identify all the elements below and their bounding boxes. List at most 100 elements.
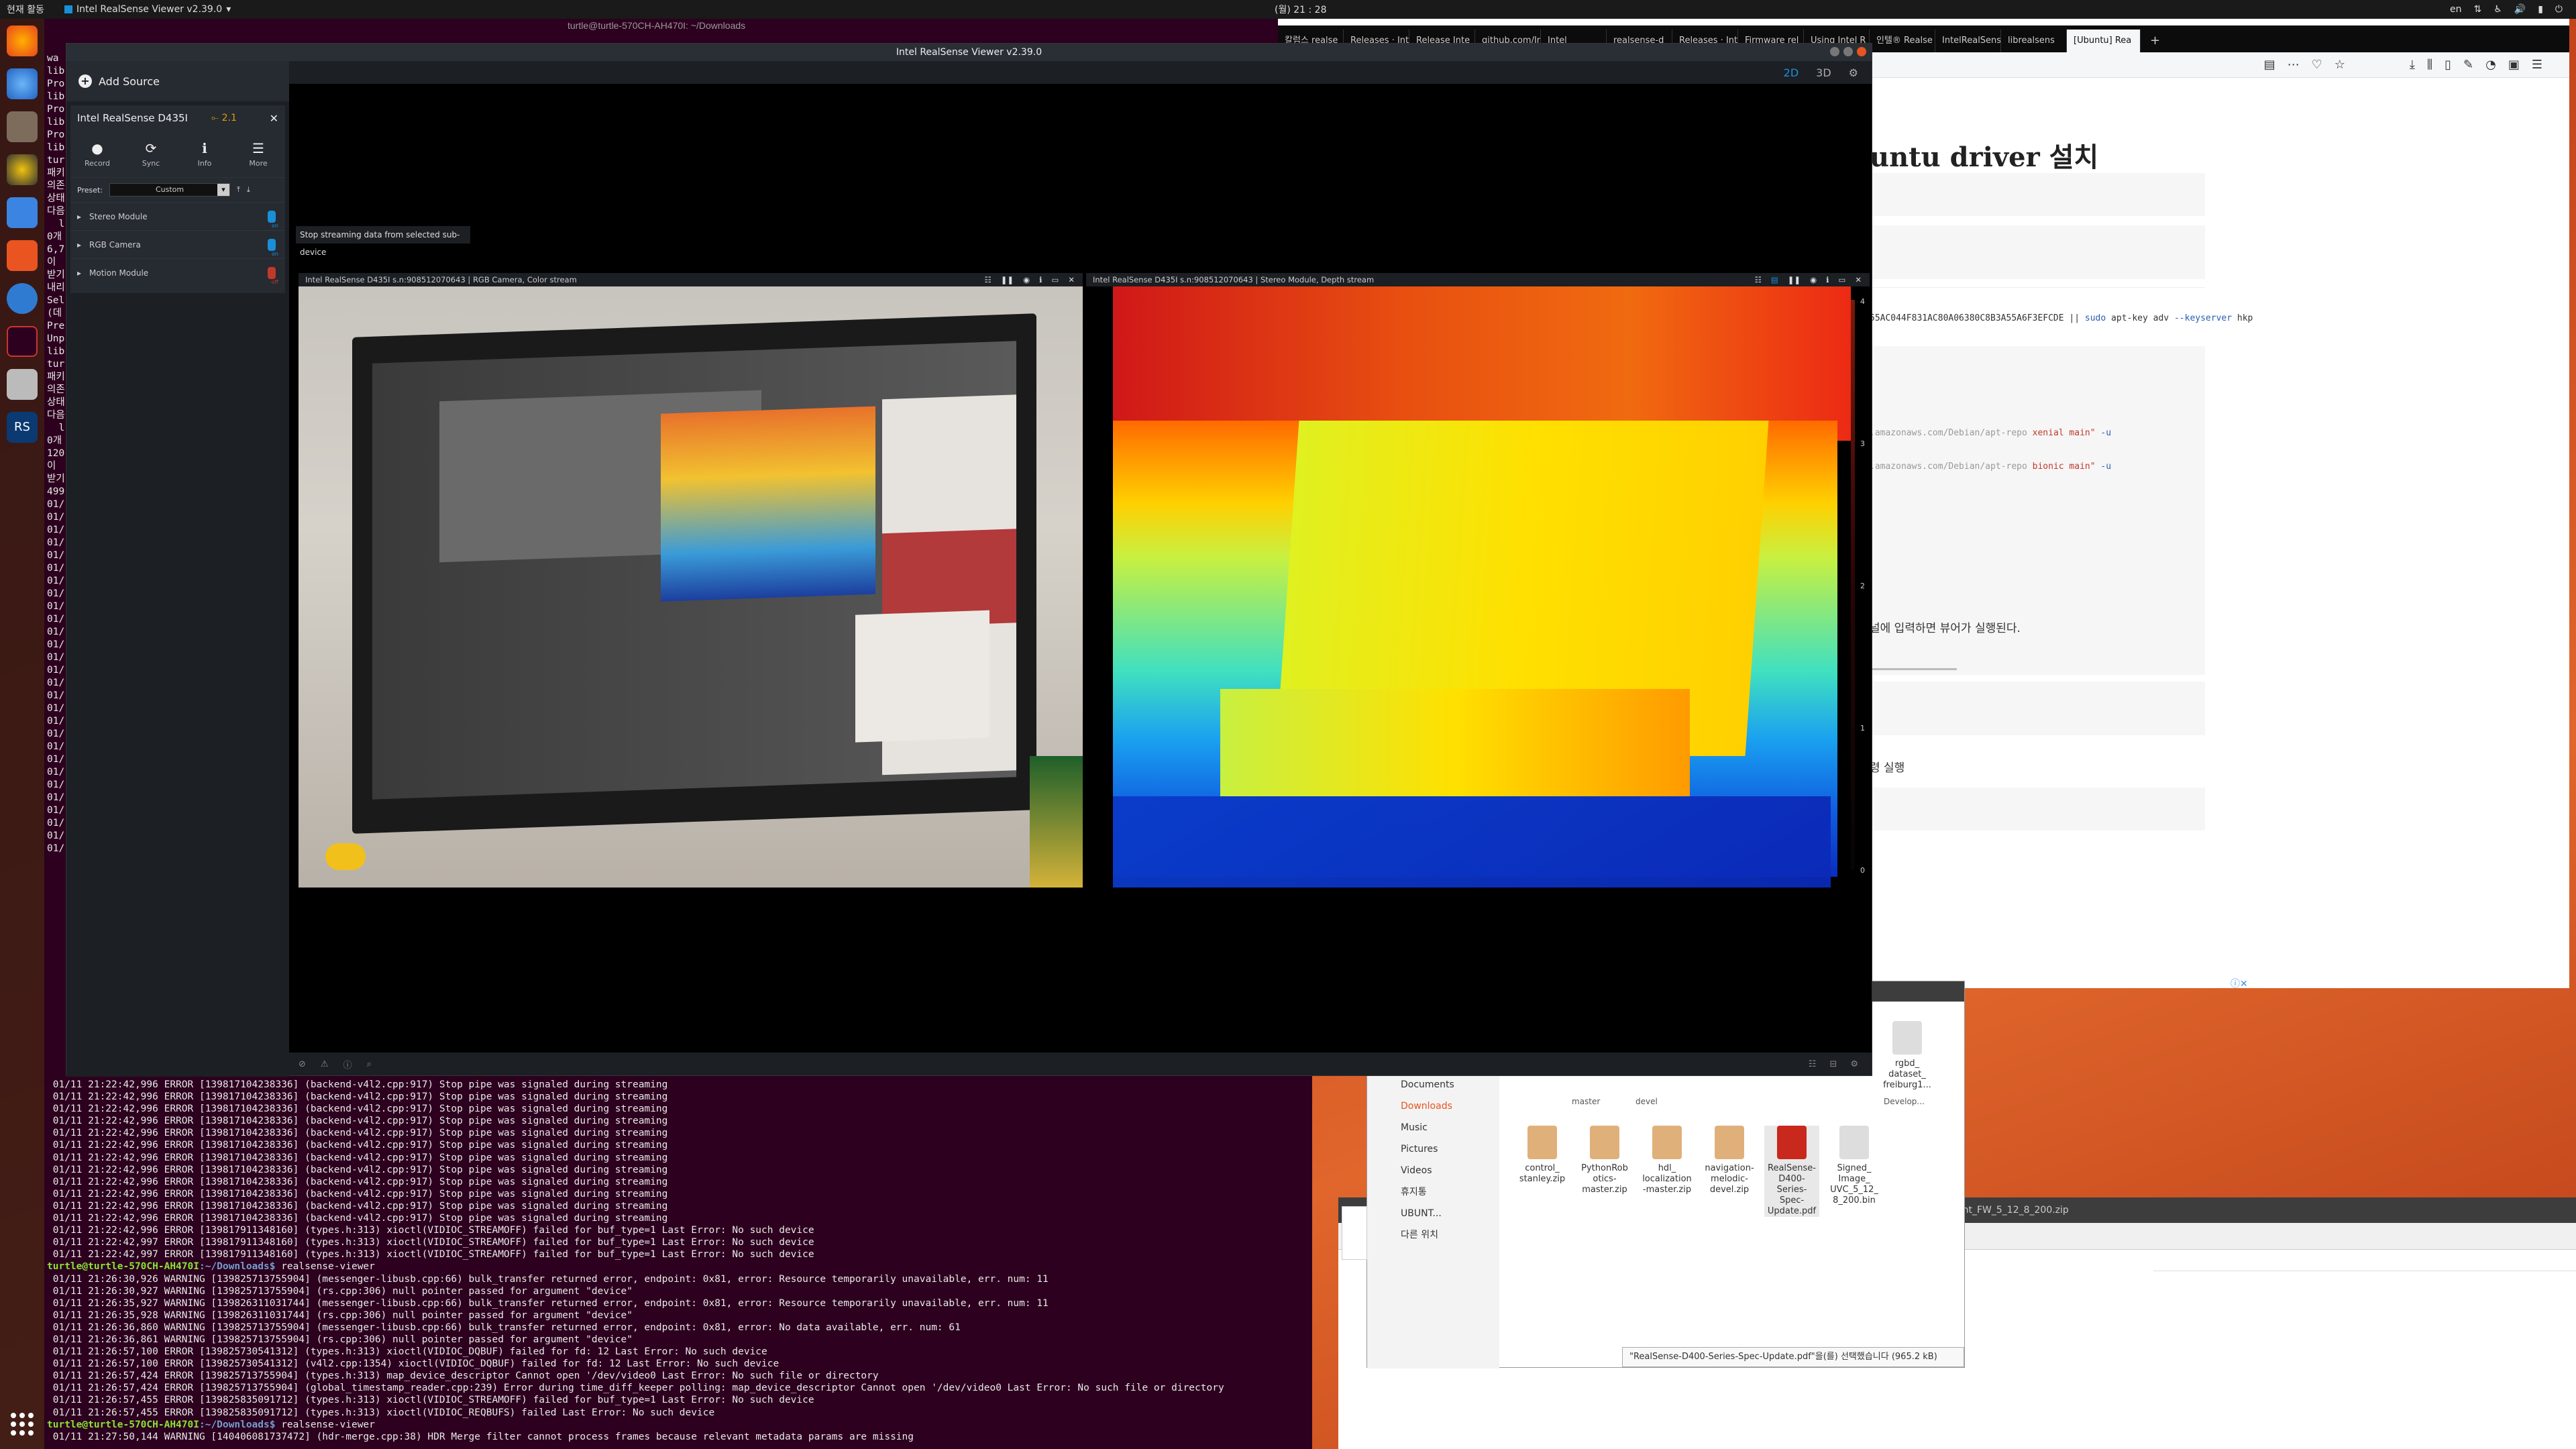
module-toggle[interactable] bbox=[268, 266, 276, 279]
file-item[interactable]: RealSense- D400- Series- Spec- Update.pd… bbox=[1764, 1126, 1819, 1217]
volume-icon[interactable]: 🔊 bbox=[2514, 4, 2526, 15]
terminal-icon[interactable] bbox=[7, 326, 38, 357]
library-icon[interactable]: ⫼ bbox=[2427, 58, 2432, 72]
browser-tab[interactable]: [Ubuntu] Rea bbox=[2067, 30, 2141, 52]
snapshot-icon[interactable]: ◉ bbox=[1023, 273, 1030, 286]
download-icon[interactable]: ⤓ bbox=[247, 185, 250, 195]
close-icon[interactable]: ✕ bbox=[1068, 273, 1075, 286]
network-icon[interactable]: ⇅ bbox=[2473, 4, 2481, 15]
ad-close-icon[interactable]: ⓘ✕ bbox=[2231, 977, 2248, 990]
sidebar-item[interactable]: UBUNT... bbox=[1367, 1203, 1499, 1224]
module-row[interactable]: ▸ Stereo Module on bbox=[70, 202, 285, 230]
settings-icon[interactable]: ⚙ bbox=[1850, 1059, 1858, 1069]
list-icon[interactable]: ☷ bbox=[1755, 273, 1762, 286]
sidebar-item[interactable]: Pictures bbox=[1367, 1138, 1499, 1160]
close-icon[interactable]: ✕ bbox=[1855, 273, 1862, 286]
battery-icon[interactable]: ▮ bbox=[2538, 4, 2543, 15]
sync-button[interactable]: ⟳ Sync bbox=[124, 131, 178, 177]
minimize-button[interactable] bbox=[1830, 47, 1839, 56]
folder-label[interactable]: master bbox=[1572, 1097, 1600, 1106]
power-icon[interactable]: ⏻ bbox=[2555, 4, 2563, 15]
metadata-icon[interactable]: ▤ bbox=[1771, 273, 1778, 286]
module-toggle[interactable] bbox=[268, 238, 276, 251]
sidebar-item[interactable]: Videos bbox=[1367, 1160, 1499, 1181]
files-icon[interactable] bbox=[7, 111, 38, 142]
list-icon[interactable]: ☷ bbox=[984, 273, 991, 286]
module-toggle[interactable] bbox=[268, 210, 276, 223]
rhythmbox-icon[interactable] bbox=[7, 154, 38, 185]
software-icon[interactable] bbox=[7, 240, 38, 271]
sidebar-item[interactable]: 다른 위치 bbox=[1367, 1224, 1499, 1246]
pause-icon[interactable]: ❚❚ bbox=[1001, 273, 1014, 286]
scrollbar[interactable] bbox=[1870, 668, 1957, 670]
writer-icon[interactable] bbox=[7, 197, 38, 228]
browser-tab[interactable]: IntelRealSens bbox=[1935, 30, 2001, 52]
extension-icon[interactable]: ✎ bbox=[2463, 58, 2473, 72]
error-icon[interactable]: ⊘ bbox=[299, 1059, 306, 1069]
show-applications-icon[interactable] bbox=[11, 1413, 34, 1436]
maximize-icon[interactable]: ▭ bbox=[1838, 273, 1845, 286]
folder-label[interactable]: devel bbox=[1635, 1097, 1658, 1106]
module-row[interactable]: ▸ RGB Camera on bbox=[70, 230, 285, 258]
menu-icon[interactable]: ☰ bbox=[2532, 58, 2542, 72]
realsense-icon[interactable]: RS bbox=[7, 412, 38, 443]
file-item[interactable]: hdl_ localization -master.zip bbox=[1640, 1126, 1695, 1195]
pause-icon[interactable]: ❚❚ bbox=[1788, 273, 1801, 286]
extension-icon-2[interactable]: ◔ bbox=[2485, 58, 2496, 72]
preset-select[interactable]: Custom ▾ bbox=[109, 183, 231, 197]
download-icon[interactable]: ⤓ bbox=[2410, 58, 2415, 72]
info-icon[interactable]: ℹ bbox=[1039, 273, 1042, 286]
thunderbird-icon[interactable] bbox=[7, 68, 38, 99]
warning-icon[interactable]: ⚠ bbox=[321, 1059, 329, 1069]
browser-tab[interactable]: 인텔® Realse bbox=[1870, 30, 1935, 52]
remove-device-icon[interactable]: ✕ bbox=[270, 112, 278, 125]
sidebar-icon[interactable]: ▯ bbox=[2445, 58, 2451, 72]
info-button[interactable]: ℹ Info bbox=[178, 131, 231, 177]
file-item[interactable]: navigation- melodic- devel.zip bbox=[1702, 1126, 1757, 1195]
search-icon[interactable]: ⌕ bbox=[367, 1059, 372, 1069]
system-tray[interactable]: en ⇅ ♿ 🔊 ▮ ⏻ bbox=[2450, 4, 2563, 15]
new-tab-icon[interactable]: + bbox=[2141, 30, 2169, 52]
file-item[interactable]: PythonRob otics- master.zip bbox=[1577, 1126, 1632, 1195]
close-button[interactable] bbox=[1857, 47, 1866, 56]
accessibility-icon[interactable]: ♿ bbox=[2493, 4, 2502, 15]
clear-icon[interactable]: ⊟ bbox=[1829, 1059, 1837, 1069]
info-count-icon[interactable]: ⓘ bbox=[343, 1058, 352, 1071]
bookmark-icon[interactable]: ☆ bbox=[2334, 58, 2345, 72]
record-button[interactable]: ● Record bbox=[70, 131, 124, 177]
info-icon[interactable]: ℹ bbox=[1826, 273, 1829, 286]
usb-icon[interactable] bbox=[7, 369, 38, 400]
language-indicator[interactable]: en bbox=[2450, 4, 2462, 15]
browser-tab[interactable]: librealsens bbox=[2001, 30, 2067, 52]
maximize-icon[interactable]: ▭ bbox=[1051, 273, 1059, 286]
file-item[interactable]: rgbd_ dataset_ freiburg1... bbox=[1876, 1021, 1938, 1091]
settings-icon[interactable]: ⚙ bbox=[1849, 66, 1858, 79]
folder-label[interactable]: Develop... bbox=[1884, 1097, 1925, 1106]
reader-icon[interactable]: ▤ bbox=[2264, 58, 2275, 72]
mode-3d-button[interactable]: 3D bbox=[1816, 66, 1831, 79]
extension-icon-3[interactable]: ▣ bbox=[2508, 58, 2520, 72]
mode-2d-button[interactable]: 2D bbox=[1784, 66, 1799, 79]
more-button[interactable]: ☰ More bbox=[231, 131, 285, 177]
sidebar-item[interactable]: Downloads bbox=[1367, 1095, 1499, 1117]
file-item[interactable]: Signed_ Image_ UVC_5_12_ 8_200.bin bbox=[1827, 1126, 1882, 1206]
sidebar-item[interactable]: Documents bbox=[1367, 1074, 1499, 1095]
activities-button[interactable]: 현재 활동 bbox=[7, 3, 44, 16]
file-item[interactable]: control_ stanley.zip bbox=[1515, 1126, 1570, 1185]
app-menu[interactable]: Intel RealSense Viewer v2.39.0 ▾ bbox=[64, 4, 231, 15]
clock[interactable]: (월) 21 : 28 bbox=[1275, 3, 1327, 16]
snapshot-icon[interactable]: ◉ bbox=[1810, 273, 1817, 286]
window-controls[interactable] bbox=[1830, 47, 1866, 56]
add-source-button[interactable]: + Add Source bbox=[66, 61, 289, 101]
sidebar-item[interactable]: Music bbox=[1367, 1117, 1499, 1138]
maximize-button[interactable] bbox=[1843, 47, 1853, 56]
firefox-icon[interactable] bbox=[7, 25, 38, 56]
pocket-icon[interactable]: ♡ bbox=[2312, 58, 2322, 72]
module-row[interactable]: ▸ Motion Module off bbox=[70, 258, 285, 286]
more-icon[interactable]: ⋯ bbox=[2288, 58, 2300, 72]
realsense-viewer-window[interactable]: Intel RealSense Viewer v2.39.0 + Add Sou… bbox=[66, 43, 1872, 1077]
upload-icon[interactable]: ⤒ bbox=[237, 185, 240, 195]
list-icon[interactable]: ☷ bbox=[1809, 1059, 1817, 1069]
sidebar-item[interactable]: 휴지통 bbox=[1367, 1181, 1499, 1203]
help-icon[interactable] bbox=[7, 283, 38, 314]
